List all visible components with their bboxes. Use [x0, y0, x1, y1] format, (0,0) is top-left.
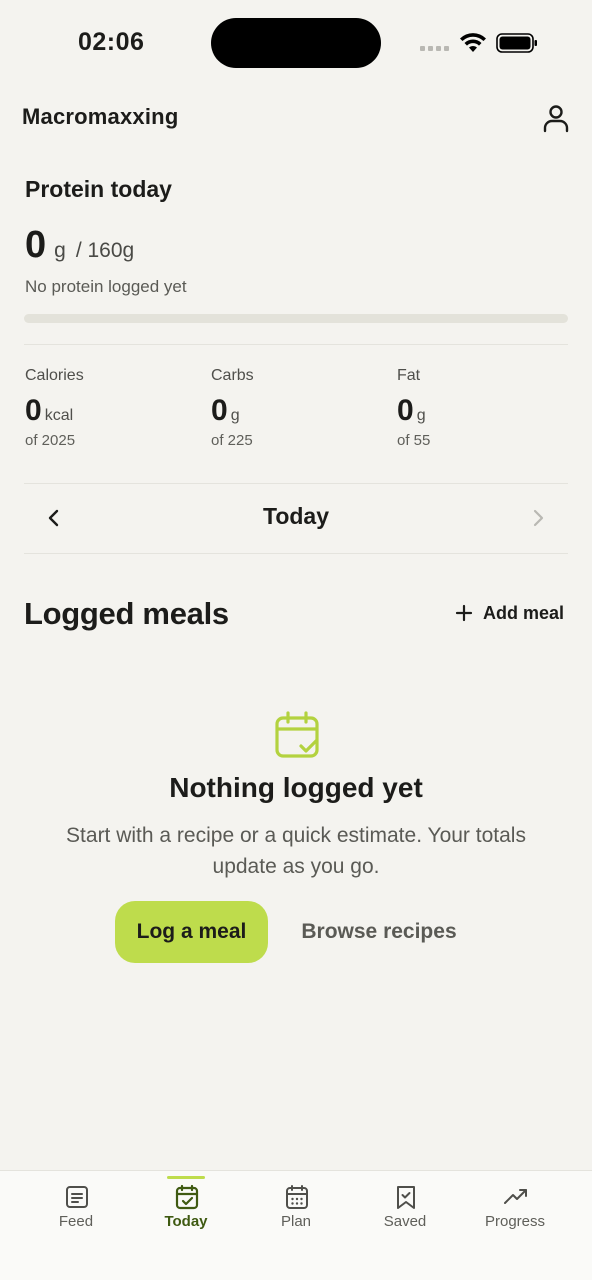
- divider: [24, 553, 568, 554]
- protein-summary: 0 g / 160g: [25, 224, 134, 267]
- protein-progress-bar: [24, 314, 568, 323]
- next-day-chevron-icon[interactable]: [525, 503, 553, 533]
- tab-feed[interactable]: Feed: [21, 1171, 131, 1251]
- macro-fat: Fat 0 g of 55: [397, 367, 577, 449]
- macro-label: Calories: [25, 367, 84, 384]
- profile-icon[interactable]: [540, 102, 572, 134]
- tab-saved[interactable]: Saved: [350, 1171, 460, 1251]
- feed-icon: [66, 1186, 88, 1208]
- tab-bar: Feed Today Plan Saved Progress: [0, 1170, 592, 1280]
- browse-recipes-button[interactable]: Browse recipes: [290, 901, 468, 963]
- logged-meals-title: Logged meals: [24, 596, 229, 631]
- calendar-check-icon: [275, 711, 319, 758]
- add-meal-button[interactable]: Add meal: [453, 602, 564, 624]
- tab-label: Feed: [58, 1213, 94, 1230]
- tab-label: Saved: [383, 1213, 427, 1230]
- protein-value: 0: [25, 224, 47, 266]
- trend-up-icon: [504, 1189, 527, 1204]
- macro-label: Fat: [397, 367, 421, 384]
- tab-label: Today: [164, 1213, 208, 1230]
- protein-unit: g: [54, 239, 66, 262]
- tab-progress[interactable]: Progress: [460, 1171, 570, 1251]
- calendar-check-icon: [175, 1184, 199, 1210]
- cellular-signal-icon: [420, 46, 449, 51]
- add-meal-label: Add meal: [483, 602, 565, 623]
- empty-state-text: Start with a recipe or a quick estimate.…: [66, 824, 526, 878]
- macro-carbs: Carbs 0 g of 225: [211, 367, 391, 449]
- tab-label: Progress: [484, 1213, 546, 1230]
- macro-value: 0: [211, 394, 228, 427]
- macro-goal: of 55: [397, 432, 431, 449]
- divider: [24, 344, 568, 345]
- protein-card-title: Protein today: [25, 176, 172, 202]
- wifi-icon: [460, 33, 486, 52]
- tab-label: Plan: [280, 1213, 312, 1230]
- calendar-icon: [286, 1185, 308, 1209]
- macro-value: 0: [25, 394, 42, 427]
- bookmark-icon: [397, 1186, 415, 1209]
- app-title: Macromaxxing: [22, 104, 179, 129]
- protein-status-text: No protein logged yet: [25, 277, 187, 296]
- previous-day-chevron-icon[interactable]: [40, 503, 68, 533]
- protein-goal: / 160g: [75, 239, 135, 262]
- divider: [24, 483, 568, 484]
- macro-goal: of 225: [211, 432, 253, 449]
- macro-goal: of 2025: [25, 432, 76, 449]
- status-time: 02:06: [78, 28, 145, 56]
- tab-today[interactable]: Today: [131, 1171, 241, 1251]
- macro-unit: kcal: [44, 407, 74, 424]
- macro-calories: Calories 0 kcal of 2025: [25, 367, 205, 449]
- active-tab-indicator: [167, 1176, 205, 1179]
- battery-icon: [496, 33, 537, 53]
- day-label: Today: [262, 503, 330, 529]
- plus-icon: [455, 604, 473, 622]
- macro-value: 0: [397, 394, 414, 427]
- empty-state-title: Nothing logged yet: [169, 772, 423, 803]
- log-meal-button[interactable]: Log a meal: [115, 901, 268, 963]
- dynamic-island: [211, 18, 381, 68]
- macro-unit: g: [230, 407, 240, 424]
- macro-unit: g: [416, 407, 426, 424]
- macro-label: Carbs: [211, 367, 254, 384]
- tab-plan[interactable]: Plan: [241, 1171, 351, 1251]
- status-bar: 02:06: [0, 0, 592, 90]
